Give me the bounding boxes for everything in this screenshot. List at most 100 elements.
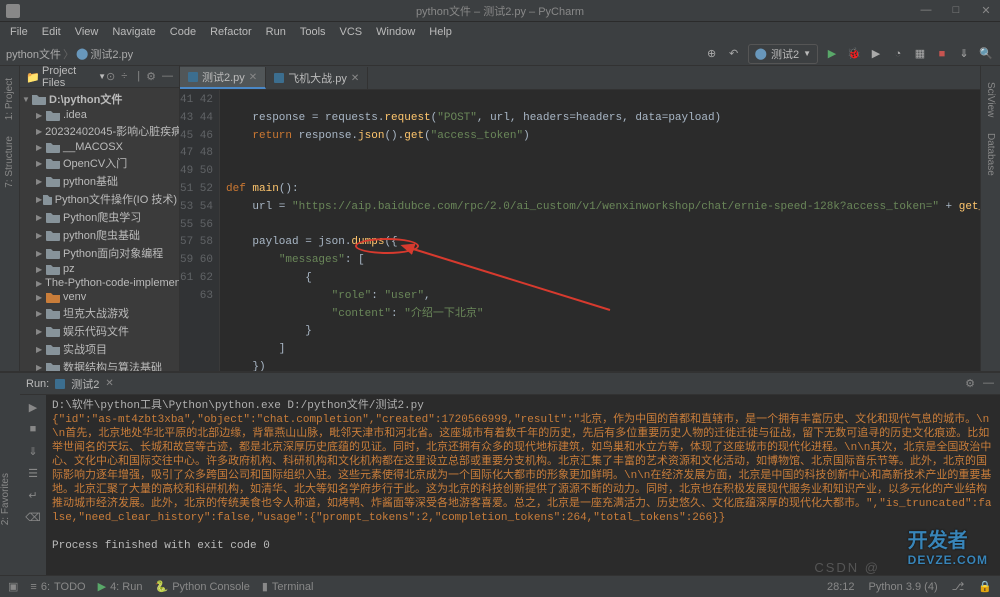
search-icon[interactable]: 🔍 — [978, 46, 994, 62]
menu-file[interactable]: File — [4, 25, 34, 39]
expand-icon[interactable]: ÷ — [121, 70, 127, 83]
menu-bar: File Edit View Navigate Code Refactor Ru… — [0, 22, 1000, 42]
add-config-icon[interactable]: ⊕ — [704, 46, 720, 62]
nav-back-icon[interactable]: ↶ — [726, 46, 742, 62]
python-interpreter[interactable]: Python 3.9 (4) — [869, 581, 938, 593]
breadcrumb: python文件 〉 ⬤ 测试2.py — [6, 46, 133, 62]
tree-item[interactable]: ▶__MACOSX — [20, 140, 179, 154]
menu-edit[interactable]: Edit — [36, 25, 67, 39]
close-icon[interactable]: ✕ — [249, 72, 257, 83]
editor-body[interactable]: 41 42 43 44 45 46 47 48 49 50 51 52 53 5… — [180, 90, 980, 371]
tree-item[interactable]: ▶python基础 — [20, 172, 179, 190]
coverage-button[interactable]: ▶ — [868, 46, 884, 62]
editor-tabs: 测试2.py ✕ 飞机大战.py ✕ — [180, 66, 980, 90]
close-button[interactable]: ✕ — [976, 4, 996, 17]
menu-window[interactable]: Window — [370, 25, 421, 39]
breadcrumb-file[interactable]: 测试2.py — [90, 46, 133, 62]
vcs-update-icon[interactable]: ⇓ — [956, 46, 972, 62]
gear-icon[interactable]: ⚙ — [965, 377, 975, 390]
stop-button[interactable]: ■ — [25, 421, 41, 437]
console-icon: 🐍 — [154, 580, 168, 593]
tree-item[interactable]: ▶数据结构与算法基础 — [20, 358, 179, 371]
debug-button[interactable]: 🐞 — [846, 46, 862, 62]
play-icon: ▶ — [98, 580, 106, 593]
menu-vcs[interactable]: VCS — [334, 25, 369, 39]
run-result-text: {"id":"as-mt4zbt3xba","object":"chat.com… — [52, 413, 994, 525]
project-panel: 📁 Project Files ▼ ⊙ ÷ | ⚙ — ▼D:\python文件… — [20, 66, 180, 371]
project-tool-button[interactable]: 1: Project — [4, 78, 15, 120]
hide-icon[interactable]: — — [983, 377, 994, 390]
run-config-selector[interactable]: ⬤ 测试2 ▼ — [748, 44, 818, 64]
hide-icon[interactable]: — — [162, 70, 173, 83]
tree-item[interactable]: ▶OpenCV入门 — [20, 154, 179, 172]
rerun-button[interactable]: ▶ — [25, 399, 41, 415]
project-panel-title[interactable]: Project Files — [42, 66, 94, 89]
tree-item[interactable]: ▶Python文件操作(IO 技术) — [20, 190, 179, 208]
wrap-icon[interactable]: ↵ — [25, 487, 41, 503]
line-gutter: 41 42 43 44 45 46 47 48 49 50 51 52 53 5… — [180, 90, 220, 371]
project-tree[interactable]: ▼D:\python文件▶.idea▶20232402045-影响心脏疾病诊断因… — [20, 88, 179, 371]
run-tab-label[interactable]: 测试2 — [71, 376, 99, 392]
python-file-icon — [274, 73, 284, 83]
tool-window-toggle-icon[interactable]: ▣ — [8, 580, 18, 593]
run-button[interactable]: ▶ — [824, 46, 840, 62]
favorites-tool-button[interactable]: 2: Favorites — [0, 473, 11, 525]
todo-button[interactable]: ≡ 6:TODO — [30, 581, 85, 593]
tree-item[interactable]: ▶python爬虫基础 — [20, 226, 179, 244]
tree-item[interactable]: ▶Python面向对象编程 — [20, 244, 179, 262]
chevron-down-icon[interactable]: ▼ — [98, 72, 106, 81]
menu-tools[interactable]: Tools — [294, 25, 332, 39]
cursor-position[interactable]: 28:12 — [827, 581, 855, 593]
tree-item[interactable]: ▶20232402045-影响心脏疾病诊断因素-源码 — [20, 122, 179, 140]
terminal-button[interactable]: ▮Terminal — [262, 580, 314, 593]
app-icon — [6, 4, 20, 18]
tab-file-1[interactable]: 测试2.py ✕ — [180, 67, 266, 89]
menu-help[interactable]: Help — [423, 25, 458, 39]
python-icon — [55, 379, 65, 389]
tab-file-2[interactable]: 飞机大战.py ✕ — [266, 67, 368, 89]
run-output[interactable]: D:\软件\python工具\Python\python.exe D:/pyth… — [46, 395, 1000, 575]
profile-button[interactable]: ◔ — [890, 46, 906, 62]
python-file-icon: ⬤ — [76, 47, 88, 60]
maximize-button[interactable]: □ — [946, 4, 966, 17]
lock-icon[interactable]: 🔒 — [978, 580, 992, 593]
stop-button[interactable]: ■ — [934, 46, 950, 62]
tree-item[interactable]: ▶娱乐代码文件 — [20, 322, 179, 340]
tree-item[interactable]: ▶pz — [20, 262, 179, 276]
menu-run[interactable]: Run — [260, 25, 292, 39]
print-icon[interactable]: ☰ — [25, 465, 41, 481]
tree-item[interactable]: ▶坦克大战游戏 — [20, 304, 179, 322]
tree-item[interactable]: ▶venv — [20, 290, 179, 304]
concurrency-button[interactable]: ▦ — [912, 46, 928, 62]
minimize-button[interactable]: — — [916, 4, 936, 17]
database-tool-button[interactable]: Database — [985, 133, 996, 176]
gear-icon[interactable]: ⚙ — [146, 70, 156, 83]
sciview-tool-button[interactable]: SciView — [985, 82, 996, 117]
code-area[interactable]: response = requests.request("POST", url,… — [220, 90, 980, 371]
python-file-icon — [188, 72, 198, 82]
menu-view[interactable]: View — [69, 25, 105, 39]
close-icon[interactable]: ✕ — [105, 378, 113, 389]
run-command-line: D:\软件\python工具\Python\python.exe D:/pyth… — [52, 399, 994, 413]
folder-icon: 📁 — [26, 71, 38, 83]
tree-item[interactable]: ▶.idea — [20, 108, 179, 122]
breadcrumb-separator-icon: 〉 — [63, 46, 74, 62]
run-tool-button[interactable]: ▶4: Run — [98, 580, 143, 593]
tree-item[interactable]: ▶实战项目 — [20, 340, 179, 358]
terminal-icon: ▮ — [262, 580, 268, 593]
menu-refactor[interactable]: Refactor — [204, 25, 258, 39]
tree-item[interactable]: ▶The-Python-code-implements-aircraft — [20, 276, 179, 290]
close-icon[interactable]: ✕ — [351, 73, 359, 84]
python-console-button[interactable]: 🐍Python Console — [154, 580, 249, 593]
clear-icon[interactable]: ⌫ — [25, 509, 41, 525]
tree-root[interactable]: ▼D:\python文件 — [20, 90, 179, 108]
todo-icon: ≡ — [30, 581, 36, 593]
git-branch-icon[interactable]: ⎇ — [952, 580, 965, 593]
breadcrumb-root[interactable]: python文件 — [6, 46, 61, 62]
menu-navigate[interactable]: Navigate — [106, 25, 161, 39]
menu-code[interactable]: Code — [164, 25, 202, 39]
collapse-icon[interactable]: ⊙ — [106, 70, 115, 83]
scroll-bottom-icon[interactable]: ⇓ — [25, 443, 41, 459]
structure-tool-button[interactable]: 7: Structure — [4, 136, 15, 188]
tree-item[interactable]: ▶Python爬虫学习 — [20, 208, 179, 226]
